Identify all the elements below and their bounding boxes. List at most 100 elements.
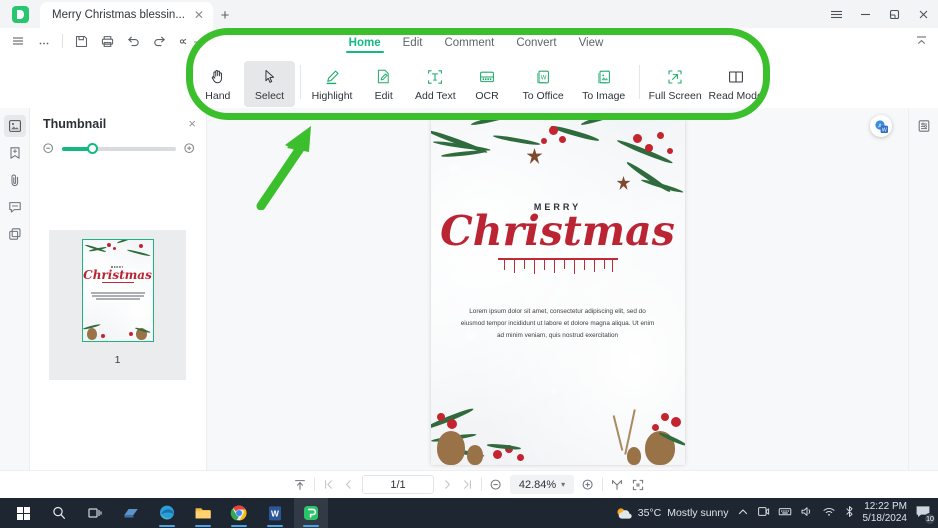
zoom-in-icon[interactable] — [581, 478, 595, 492]
tool-hand[interactable]: Hand — [192, 61, 244, 107]
app-menu-icon[interactable] — [822, 0, 851, 28]
zoom-level-selector[interactable]: 42.84% ▾ — [510, 475, 574, 494]
undo-icon[interactable] — [121, 30, 145, 52]
card-bottom-foliage — [430, 393, 685, 465]
previous-page-icon[interactable] — [342, 478, 355, 491]
fit-page-icon[interactable] — [293, 478, 307, 492]
taskbar-buttons: W — [0, 498, 328, 528]
chevron-down-icon: ▾ — [561, 480, 566, 489]
cursor-arrow-icon — [261, 66, 278, 87]
task-view-button[interactable] — [78, 498, 112, 528]
document-page: MERRY Christmas Lorem ipsum dolor sit am… — [430, 120, 685, 465]
clock-date: 5/18/2024 — [862, 513, 908, 524]
start-button[interactable] — [6, 498, 40, 528]
notification-center-button[interactable]: 10 — [915, 504, 936, 525]
show-hidden-icons-icon[interactable] — [737, 506, 749, 521]
tab-comment[interactable]: Comment — [441, 37, 497, 52]
fit-width-icon[interactable] — [610, 478, 624, 492]
widgets-button[interactable] — [114, 498, 148, 528]
document-tab-label: Merry Christmas blessin... — [52, 9, 185, 21]
edit-document-icon — [375, 66, 392, 87]
weather-widget[interactable]: 35°C Mostly sunny — [615, 506, 729, 521]
tool-add-text-label: Add Text — [415, 90, 456, 102]
file-explorer-button[interactable] — [186, 498, 220, 528]
status-bar: 1/1 42.84% ▾ — [0, 470, 938, 498]
more-options-icon[interactable] — [32, 30, 56, 52]
page-number-input[interactable]: 1/1 — [362, 475, 434, 494]
sidebar-item-bookmark[interactable] — [4, 142, 26, 164]
taskbar-clock[interactable]: 12:22 PM 5/18/2024 — [863, 501, 908, 526]
tool-highlight-label: Highlight — [311, 90, 353, 102]
translate-button[interactable]: AW — [870, 115, 892, 137]
document-viewer[interactable]: MERRY Christmas Lorem ipsum dolor sit am… — [207, 108, 908, 470]
pdf-reader-window: Merry Christmas blessin... ✕ + Home Edit… — [0, 0, 938, 528]
zoom-out-icon[interactable] — [42, 142, 55, 155]
clock-time: 12:22 PM — [864, 500, 907, 512]
thumbnail-zoom-slider[interactable] — [62, 143, 176, 154]
zoom-in-icon[interactable] — [183, 142, 196, 155]
tool-highlight[interactable]: Highlight — [306, 61, 358, 107]
sidebar-item-thumbnail[interactable] — [3, 115, 26, 137]
sidebar-item-attachment[interactable] — [4, 169, 26, 191]
tool-select[interactable]: Select — [243, 61, 296, 107]
meeting-icon[interactable] — [757, 505, 770, 521]
search-button[interactable] — [42, 498, 76, 528]
app-logo-icon — [11, 5, 29, 23]
collapse-ribbon-icon[interactable] — [915, 34, 928, 52]
redo-icon[interactable] — [147, 30, 171, 52]
tool-read-mode[interactable]: Read Mode — [705, 61, 766, 107]
thumbnail-panel-header: Thumbnail × — [30, 108, 206, 131]
title-bar: Merry Christmas blessin... ✕ + — [0, 0, 938, 28]
hamburger-menu-icon[interactable] — [6, 30, 30, 52]
edge-button[interactable] — [150, 498, 184, 528]
page-thumbnail-item[interactable]: MERRY Christmas 1 — [49, 230, 186, 380]
tab-home[interactable]: Home — [345, 37, 384, 53]
last-page-icon[interactable] — [461, 478, 474, 491]
wifi-icon[interactable] — [822, 505, 836, 521]
sidebar-item-comment[interactable] — [4, 196, 26, 218]
tool-edit[interactable]: Edit — [358, 61, 410, 107]
to-image-icon — [595, 66, 613, 87]
tool-to-office[interactable]: W To Office — [513, 61, 574, 107]
tool-add-text[interactable]: Add Text — [410, 61, 462, 107]
document-tab[interactable]: Merry Christmas blessin... ✕ — [40, 2, 213, 28]
minimize-icon[interactable] — [851, 0, 880, 28]
tool-to-image[interactable]: To Image — [573, 61, 634, 107]
chrome-button[interactable] — [222, 498, 256, 528]
keyboard-icon[interactable] — [778, 505, 792, 521]
thumbnail-panel-title: Thumbnail — [43, 116, 107, 131]
next-page-icon[interactable] — [441, 478, 454, 491]
close-panel-icon[interactable]: × — [188, 116, 196, 131]
volume-icon[interactable] — [800, 505, 814, 521]
weather-temperature: 35°C — [637, 507, 662, 519]
tab-view[interactable]: View — [576, 37, 607, 52]
card-heading-script: Christmas — [440, 207, 675, 255]
fit-visible-icon[interactable] — [631, 478, 645, 492]
right-icon-rail — [908, 108, 938, 470]
status-divider — [314, 478, 315, 491]
print-icon[interactable] — [95, 30, 119, 52]
slider-handle[interactable] — [86, 143, 98, 154]
svg-text:W: W — [881, 127, 887, 133]
first-page-icon[interactable] — [322, 478, 335, 491]
ribbon-options-icon[interactable] — [192, 38, 204, 56]
pdf-reader-button[interactable] — [294, 498, 328, 528]
full-screen-icon — [666, 66, 684, 87]
properties-panel-icon[interactable] — [913, 115, 935, 137]
maximize-restore-icon[interactable] — [880, 0, 909, 28]
tab-edit[interactable]: Edit — [400, 37, 426, 52]
tool-edit-label: Edit — [374, 90, 393, 102]
tool-full-screen[interactable]: Full Screen — [645, 61, 706, 107]
bluetooth-icon[interactable] — [844, 505, 855, 521]
close-window-icon[interactable] — [909, 0, 938, 28]
word-button[interactable]: W — [258, 498, 292, 528]
sidebar-item-pages[interactable] — [4, 223, 26, 245]
tab-convert[interactable]: Convert — [513, 37, 559, 52]
add-text-icon — [426, 66, 444, 87]
tool-ocr[interactable]: OCR — [461, 61, 513, 107]
tool-select-label: Select — [254, 90, 285, 102]
zoom-out-icon[interactable] — [489, 478, 503, 492]
save-icon[interactable] — [69, 30, 93, 52]
new-tab-button[interactable]: + — [213, 2, 237, 28]
close-tab-icon[interactable]: ✕ — [191, 8, 207, 22]
